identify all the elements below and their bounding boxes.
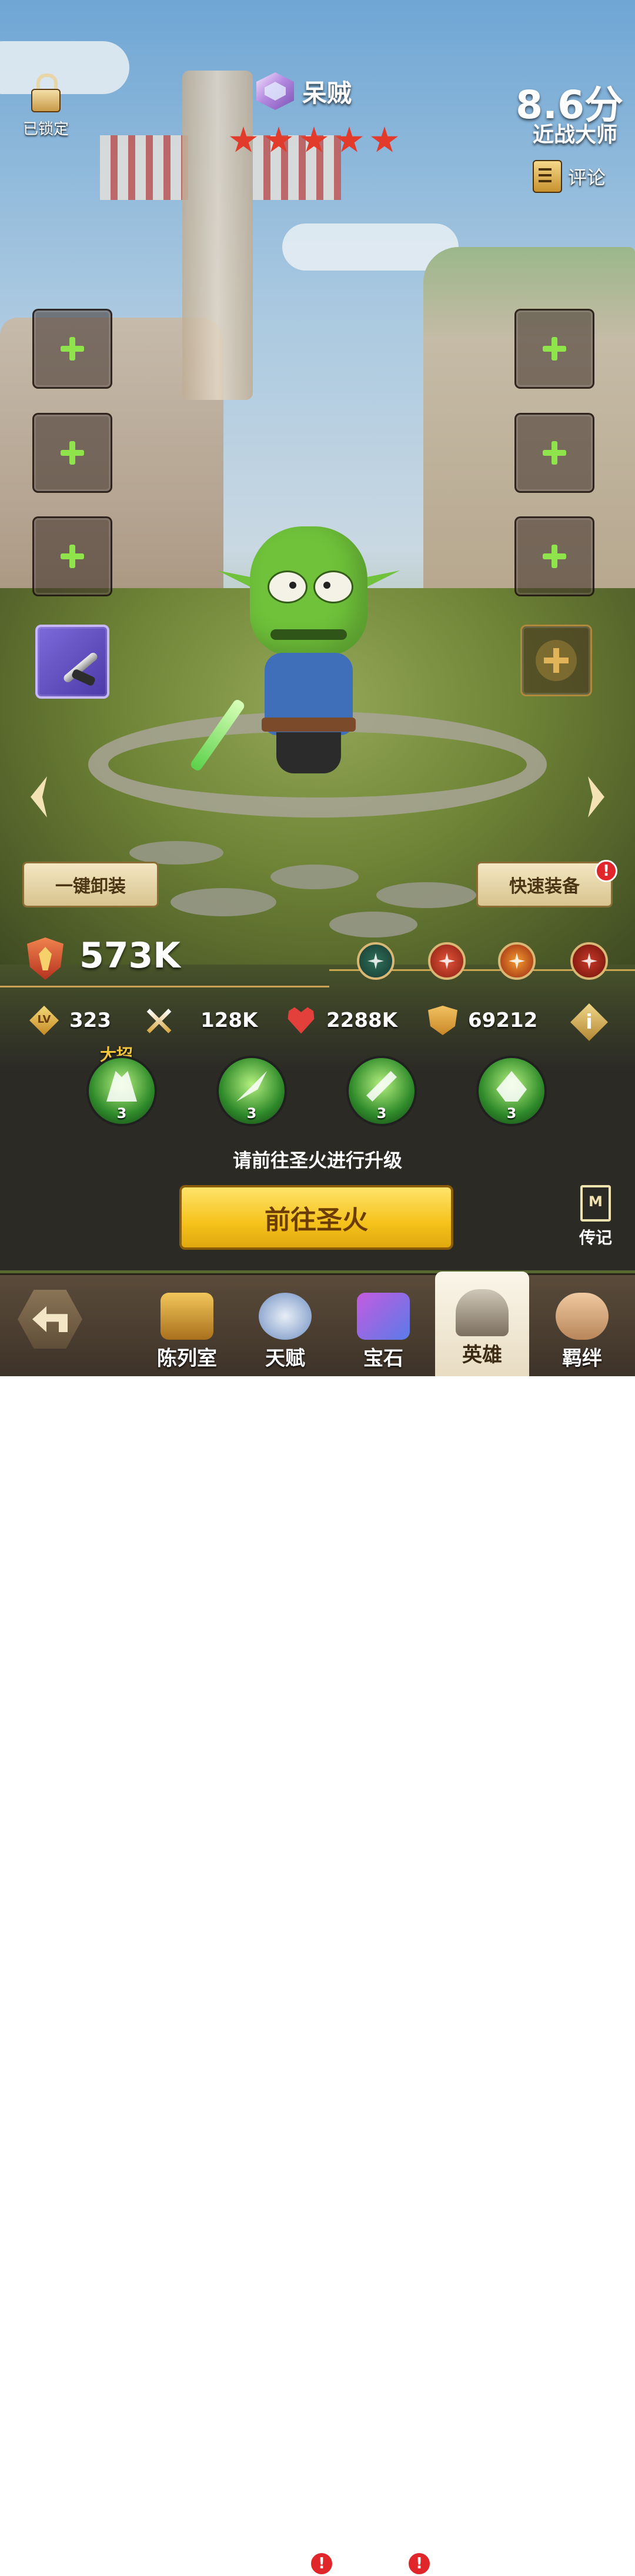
handshake-icon [556,1293,609,1340]
bottom-nav: 陈列室 天赋 ! 宝石 ! 英雄 羁绊 [0,1272,635,2576]
lock-label: 已锁定 [22,121,69,138]
totem-wing [100,135,188,200]
lock-icon [31,74,61,115]
book-icon: M [580,1185,611,1222]
talent-badge: ! [309,2551,334,2576]
hero-eye [313,570,353,603]
plus-icon [61,545,84,568]
heart-icon [288,1007,315,1034]
equip-slot-left-2[interactable] [32,413,112,493]
hero-character[interactable] [189,518,406,788]
hero-title: 呆贼 [253,68,352,115]
plus-icon [61,337,84,361]
skill-2[interactable]: 3 [216,1056,287,1126]
stat-attack: 128K [144,1006,258,1035]
tab-gallery[interactable]: 陈列室 [140,1275,234,1376]
hero-mouth [270,629,347,640]
plus-icon [543,545,566,568]
hp-value: 2288K [326,1009,397,1032]
hero-name: 呆贼 [302,78,352,108]
stat-defense: 69212 [428,1006,537,1035]
equip-slot-right-2[interactable] [514,413,594,493]
defense-value: 69212 [468,1009,538,1032]
star-icon [300,126,328,152]
shield-icon [428,1006,457,1035]
plus-icon [61,441,84,465]
equip-slot-right-1[interactable] [514,309,594,389]
skill-level: 3 [376,1105,387,1122]
star-icon [335,126,363,152]
tab-gems[interactable]: 宝石 [336,1275,430,1376]
faction-sword-icon[interactable] [570,942,608,980]
comment-icon [532,160,562,193]
upgrade-hint: 请前往圣火进行升级 [232,1149,402,1172]
tab-heroes[interactable]: 英雄 [435,1272,529,1376]
biography-button[interactable]: M 传记 [569,1185,622,1249]
hero-eye [268,570,308,603]
comment-label: 评论 [567,166,606,189]
rarity-gem-icon [253,69,298,114]
rank-title: 近战大师 [532,123,617,147]
gems-badge: ! [407,2551,432,2576]
element-fire-axe-icon[interactable] [428,942,466,980]
equip-slot-special[interactable] [520,625,592,696]
skill-level: 3 [246,1105,257,1122]
stepping-stone [376,882,476,908]
level-value: 323 [69,1009,111,1032]
hero-helmet-icon [456,1289,509,1336]
gem-gift-icon [357,1293,410,1340]
skill-3[interactable]: 3 [346,1056,417,1126]
biography-label: 传记 [579,1228,612,1247]
stealth-silhouette-icon [496,1071,527,1102]
crossed-swords-icon [144,1006,173,1035]
talent-rune-icon [259,1293,312,1340]
hero-legs [276,732,341,773]
hero-belt [262,718,356,732]
trophy-cabinet-icon [161,1293,213,1340]
equip-slot-left-3[interactable] [32,516,112,596]
quick-equip-badge: ! [595,860,617,882]
skill-level: 3 [506,1105,517,1122]
equipped-weapon-slot[interactable] [35,625,109,699]
attack-value: 128K [200,1009,258,1032]
stat-level: LV 323 [29,1006,111,1035]
totem-pole [182,71,253,400]
skill-level: 3 [116,1105,127,1122]
star-icon [265,126,293,152]
lock-toggle[interactable]: 已锁定 [16,74,75,139]
comment-button[interactable]: 评论 [532,160,606,193]
star-icon [370,126,399,152]
plus-icon [543,337,566,361]
shadow-clone-icon [106,1071,137,1102]
class-icon[interactable] [357,942,395,980]
level-icon: LV [29,1006,59,1035]
combat-power: 573K [79,935,181,976]
back-arrow-icon[interactable] [18,1290,82,1349]
tab-bonds[interactable]: 羁绊 [535,1275,629,1376]
hero-head [250,526,367,656]
dagger-icon [54,643,101,690]
stepping-stone [270,865,359,889]
equip-slot-left-1[interactable] [32,309,112,389]
go-to-sacred-flame-button[interactable]: 前往圣火 [179,1185,453,1250]
quick-equip-button[interactable]: 快速装备 [476,862,613,907]
stat-hp: 2288K [286,1006,397,1035]
tab-talent[interactable]: 天赋 [238,1275,332,1376]
skill-4[interactable]: 3 [476,1056,547,1126]
skill-ultimate[interactable]: 3 [86,1056,157,1126]
stepping-stone [171,888,276,916]
unequip-all-button[interactable]: 一键卸装 [22,862,159,907]
blade-slash-icon [236,1071,267,1102]
stepping-stone [329,912,417,937]
dash-strike-icon [366,1071,397,1102]
stepping-stone [129,841,223,865]
element-flame-icon[interactable] [498,942,536,980]
plus-icon [536,640,577,681]
equip-slot-right-3[interactable] [514,516,594,596]
star-rating [229,126,399,155]
divider-line [0,986,329,987]
star-icon [229,126,258,152]
plus-icon [543,441,566,465]
